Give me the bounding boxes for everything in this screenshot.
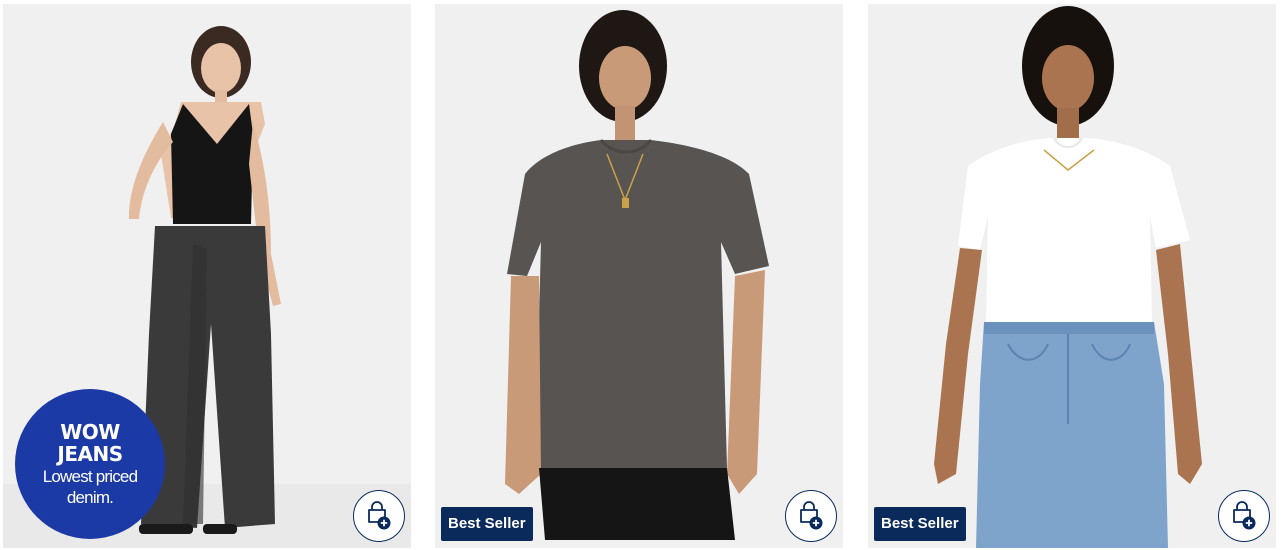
add-to-bag-button[interactable] — [1218, 490, 1270, 542]
shopping-bag-plus-icon — [368, 501, 391, 530]
wow-jeans-badge: WOW JEANS Lowest priced denim. — [15, 389, 165, 539]
badge-title: JEANS — [57, 442, 123, 466]
add-to-bag-button[interactable] — [785, 490, 837, 542]
badge-subtitle: Lowest priced — [42, 467, 138, 486]
product-card[interactable]: Best Seller — [435, 4, 843, 548]
badge-title: WOW — [60, 420, 120, 444]
add-to-bag-button[interactable] — [353, 490, 405, 542]
product-card[interactable]: Best Seller — [868, 4, 1276, 548]
product-grid: WOW JEANS Lowest priced denim. Best Sell… — [0, 0, 1287, 550]
shopping-bag-plus-icon — [1233, 501, 1256, 530]
product-image[interactable] — [868, 4, 1276, 548]
badge-subtitle: denim. — [66, 488, 114, 507]
shopping-bag-plus-icon — [800, 501, 823, 530]
best-seller-tag: Best Seller — [874, 507, 966, 541]
product-card[interactable]: WOW JEANS Lowest priced denim. — [3, 4, 411, 548]
best-seller-tag: Best Seller — [441, 507, 533, 541]
product-image[interactable] — [435, 4, 843, 548]
